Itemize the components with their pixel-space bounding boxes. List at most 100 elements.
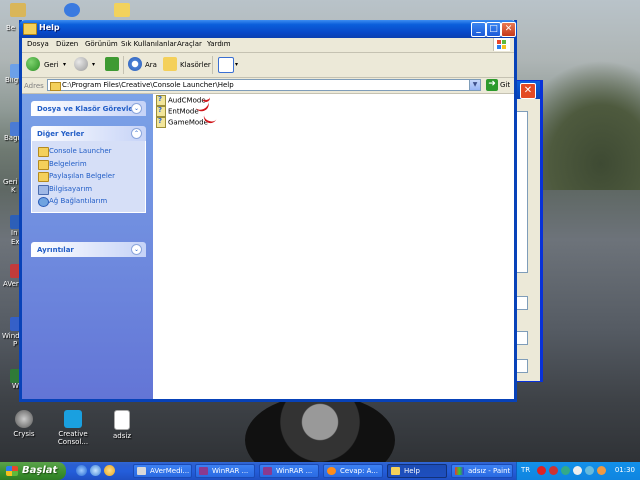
titlebar[interactable]: Help _ □ ✕ (19, 20, 517, 38)
tray-messenger-icon[interactable] (573, 466, 582, 475)
tray-antivirus-icon[interactable] (537, 466, 546, 475)
views-dropdown-icon[interactable]: ▾ (235, 61, 238, 68)
desktop-label-fragment[interactable]: K (11, 186, 16, 194)
forward-arrow-icon[interactable] (74, 57, 88, 71)
search-button-label[interactable]: Ara (145, 61, 157, 69)
documents-icon (38, 159, 49, 170)
chevron-down-icon[interactable]: ⌄ (131, 244, 142, 255)
quick-launch-ie-icon[interactable] (76, 465, 87, 476)
explorer-window[interactable]: Help _ □ ✕ Dosya Düzen Görünüm Sık Kulla… (19, 20, 517, 402)
menubar: Dosya Düzen Görünüm Sık Kullanılanlar Ar… (22, 38, 514, 53)
address-bar: Adres C:\Program Files\Creative\Console … (22, 78, 514, 94)
file-item[interactable]: GameMode (156, 116, 208, 128)
clock[interactable]: 01:30 (615, 466, 635, 474)
desktop-icon-fragment-3[interactable] (114, 3, 130, 17)
task-box-header[interactable]: Ayrıntılar ⌄ (31, 242, 146, 257)
views-icon[interactable] (218, 57, 234, 73)
language-indicator[interactable]: TR (521, 466, 530, 474)
network-icon (38, 197, 49, 207)
taskbar-button-winrar-1[interactable]: WinRAR ... (195, 464, 255, 478)
address-label: Adres (24, 82, 44, 90)
desktop-label-fragment[interactable]: AVer (3, 280, 19, 288)
search-icon[interactable] (128, 57, 142, 71)
tray-app-icon[interactable] (549, 466, 558, 475)
desktop-label-fragment[interactable]: W (12, 382, 19, 390)
background-window-field[interactable] (516, 331, 528, 345)
place-link-network[interactable]: Ağ Bağlantılarım (32, 195, 145, 208)
desktop-icon-fragment-1[interactable] (10, 3, 26, 17)
background-window-field[interactable] (516, 296, 528, 310)
toolbar-separator (212, 56, 213, 74)
menu-help[interactable]: Yardım (207, 40, 231, 48)
desktop-label-fragment[interactable]: Be (6, 24, 15, 32)
minimize-button[interactable]: _ (471, 22, 486, 37)
browser-icon (327, 467, 336, 475)
quick-launch-app-icon[interactable] (104, 465, 115, 476)
tray-network-icon[interactable] (561, 466, 570, 475)
quick-launch-browser-icon[interactable] (90, 465, 101, 476)
menu-view[interactable]: Görünüm (85, 40, 118, 48)
task-box-header[interactable]: Diğer Yerler ⌃ (31, 126, 146, 141)
desktop-icon-adsiz[interactable]: adsiz (102, 410, 142, 440)
place-link-console-launcher[interactable]: Console Launcher (32, 145, 145, 158)
desktop-icon-crysis[interactable]: Crysis (4, 410, 44, 438)
go-arrow-icon[interactable]: ➜ (486, 79, 498, 91)
taskbar-button-label: Cevap: A... (340, 467, 378, 475)
taskbar-button-cevap[interactable]: Cevap: A... (323, 464, 383, 478)
taskbar-button-help[interactable]: Help (387, 464, 447, 478)
back-dropdown-icon[interactable]: ▾ (63, 61, 66, 68)
place-link-shared-documents[interactable]: Paylaşılan Belgeler (32, 170, 145, 183)
chevron-up-icon[interactable]: ⌃ (131, 128, 142, 139)
taskbar-button-winrar-2[interactable]: WinRAR ... (259, 464, 319, 478)
creative-console-icon (64, 410, 82, 428)
chevron-down-icon[interactable]: ▼ (469, 80, 480, 90)
task-box-header[interactable]: Dosya ve Klasör Görevleri ⌄ (31, 101, 146, 116)
desktop-icon-label: Crysis (13, 430, 35, 438)
address-path[interactable]: C:\Program Files\Creative\Console Launch… (62, 81, 234, 89)
background-window-field[interactable] (516, 359, 528, 373)
taskbar-button-label: WinRAR ... (276, 467, 313, 475)
back-arrow-icon[interactable] (26, 57, 40, 71)
menu-favorites[interactable]: Sık Kullanılanlar (121, 40, 177, 48)
avermedia-icon (137, 467, 146, 475)
background-window[interactable]: ✕ (513, 80, 543, 382)
start-button[interactable]: Başlat (0, 462, 66, 480)
paint-icon (455, 467, 464, 475)
desktop-icon-creative-console[interactable]: Creative Consol... (53, 410, 93, 446)
place-link-my-computer[interactable]: Bilgisayarım (32, 183, 145, 196)
maximize-button[interactable]: □ (486, 22, 501, 37)
desktop-icon-fragment-2[interactable] (64, 3, 80, 17)
chevron-down-icon[interactable]: ⌄ (131, 103, 142, 114)
close-button[interactable]: ✕ (501, 22, 516, 37)
tray-volume-icon[interactable] (585, 466, 594, 475)
file-name: GameMode (168, 118, 208, 127)
menu-edit[interactable]: Düzen (56, 40, 78, 48)
background-wheel (245, 395, 395, 462)
forward-dropdown-icon[interactable]: ▾ (92, 61, 95, 68)
tray-update-icon[interactable] (597, 466, 606, 475)
folder-icon (23, 23, 37, 35)
menu-tools[interactable]: Araçlar (177, 40, 202, 48)
go-button-label[interactable]: Git (500, 81, 510, 89)
file-list[interactable]: AudCMode EntMode GameMode (153, 93, 514, 399)
document-icon (114, 410, 130, 430)
taskbar-button-paint[interactable]: adsız - Paint (451, 464, 513, 478)
folders-icon[interactable] (163, 57, 177, 71)
taskbar-button-avermedia[interactable]: AVerMedi... (133, 464, 192, 478)
task-box-title: Dosya ve Klasör Görevleri (37, 105, 139, 113)
place-link-my-documents[interactable]: Belgelerim (32, 158, 145, 171)
address-input[interactable]: C:\Program Files\Creative\Console Launch… (47, 79, 481, 91)
folder-icon (38, 172, 49, 182)
menu-file[interactable]: Dosya (27, 40, 49, 48)
taskbar: Başlat AVerMedi... WinRAR ... WinRAR ...… (0, 462, 640, 480)
back-button-label[interactable]: Geri (44, 61, 59, 69)
folders-button-label[interactable]: Klasörler (180, 61, 211, 69)
task-box-title: Ayrıntılar (37, 246, 74, 254)
desktop-label-fragment[interactable]: In (11, 229, 18, 237)
desktop-label-fragment[interactable]: P (13, 340, 17, 348)
windows-logo-icon (493, 38, 510, 51)
up-folder-icon[interactable] (105, 57, 119, 71)
file-item[interactable]: EntMode (156, 105, 199, 117)
system-tray: TR 01:30 (516, 462, 640, 480)
close-icon[interactable]: ✕ (520, 83, 536, 99)
